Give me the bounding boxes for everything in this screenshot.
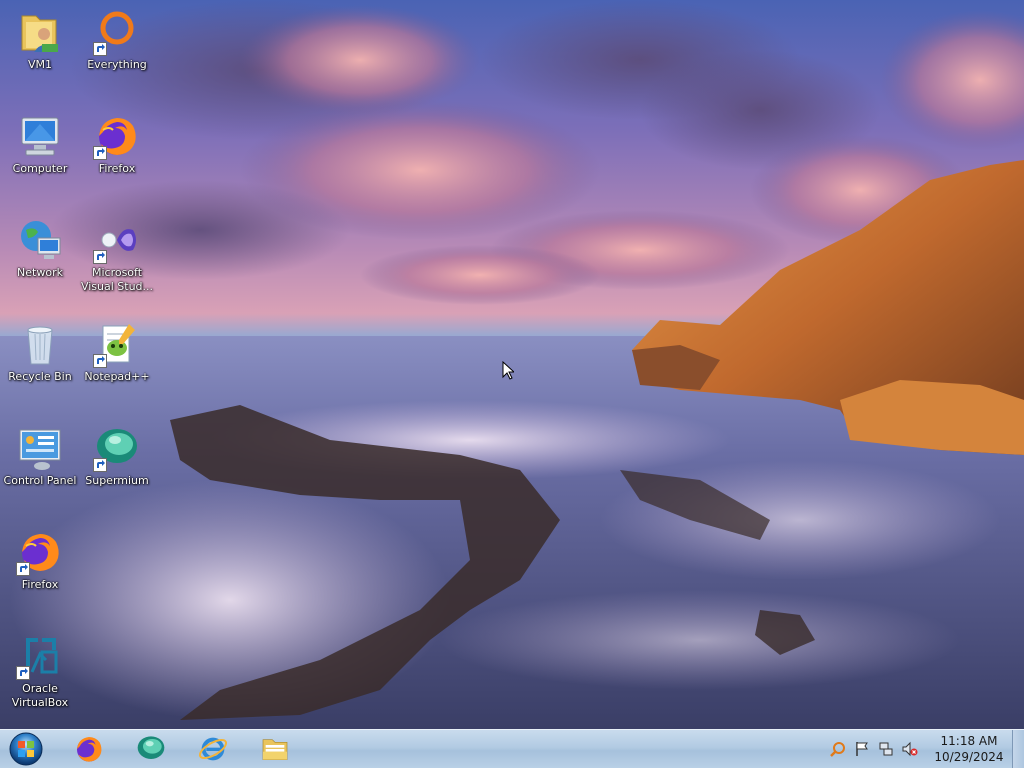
desktop-icon-label: Firefox — [98, 162, 136, 175]
taskbar-firefox-button[interactable] — [61, 731, 117, 767]
volume-muted-icon[interactable] — [900, 739, 920, 759]
desktop-icon-notepad-plus-plus[interactable]: Notepad++ — [79, 316, 155, 412]
desktop-icon-label: VM1 — [27, 58, 52, 71]
desktop-icon-label: Notepad++ — [84, 370, 150, 383]
mouse-cursor-icon — [502, 361, 514, 380]
clock-date: 10/29/2024 — [934, 750, 1004, 764]
desktop-icon-vm1[interactable]: VM1 — [2, 4, 78, 100]
desktop-icon-label: Everything — [87, 58, 147, 71]
system-tray: 11:18 AM 10/29/2024 — [828, 730, 1006, 768]
shortcut-arrow-icon — [93, 42, 107, 56]
computer-icon — [16, 112, 64, 160]
desktop-icon-supermium[interactable]: Supermium — [79, 420, 155, 516]
desktop-icon-control-panel[interactable]: Control Panel — [2, 420, 78, 516]
internet-explorer-icon — [198, 737, 228, 761]
desktop-icon-everything[interactable]: Everything — [79, 4, 155, 100]
desktop-icon-label: Control Panel — [3, 474, 77, 487]
shortcut-arrow-icon — [93, 354, 107, 368]
action-center-flag-icon[interactable] — [852, 739, 872, 759]
start-button[interactable] — [6, 731, 46, 767]
taskbar: 11:18 AM 10/29/2024 — [0, 729, 1024, 768]
taskbar-clock[interactable]: 11:18 AM 10/29/2024 — [932, 733, 1006, 765]
visual-studio-icon — [93, 216, 141, 264]
control-panel-icon — [16, 424, 64, 472]
folder-icon — [262, 739, 288, 760]
shortcut-arrow-icon — [93, 458, 107, 472]
desktop[interactable]: VM1 Computer Network Recycle Bin Control… — [0, 0, 1024, 729]
firefox-icon — [77, 737, 102, 762]
desktop-icon-recycle-bin[interactable]: Recycle Bin — [2, 316, 78, 412]
taskbar-explorer-button[interactable] — [247, 731, 303, 767]
shortcut-arrow-icon — [16, 562, 30, 576]
firefox-icon — [93, 112, 141, 160]
desktop-icon-label: Network — [17, 266, 63, 279]
network-globe-icon — [16, 216, 64, 264]
desktop-icon-label: Supermium — [85, 474, 149, 487]
search-magnifier-icon[interactable] — [828, 739, 848, 759]
desktop-icon-firefox[interactable]: Firefox — [79, 108, 155, 204]
desktop-icon-firefox-2[interactable]: Firefox — [2, 524, 78, 620]
desktop-icon-network[interactable]: Network — [2, 212, 78, 308]
desktop-icon-label: Microsoft Visual Stud... — [80, 266, 154, 293]
virtualbox-icon — [16, 632, 64, 680]
desktop-icon-label: Firefox — [21, 578, 59, 591]
start-orb-icon — [9, 732, 43, 766]
desktop-icon-oracle-virtualbox[interactable]: Oracle VirtualBox — [2, 628, 78, 724]
network-icon[interactable] — [876, 739, 896, 759]
everything-search-icon — [93, 8, 141, 56]
shortcut-arrow-icon — [16, 666, 30, 680]
desktop-icon-visual-studio[interactable]: Microsoft Visual Stud... — [79, 212, 155, 308]
desktop-icon-label: Computer — [12, 162, 68, 175]
supermium-icon — [137, 736, 165, 759]
firefox-icon — [16, 528, 64, 576]
desktop-icon-computer[interactable]: Computer — [2, 108, 78, 204]
taskbar-internet-explorer-button[interactable] — [185, 731, 241, 767]
desktop-icon-label: Recycle Bin — [8, 370, 72, 383]
notepad-plus-plus-icon — [93, 320, 141, 368]
desktop-icon-label: Oracle VirtualBox — [11, 682, 69, 709]
clock-time: 11:18 AM — [940, 734, 998, 748]
supermium-icon — [93, 424, 141, 472]
recycle-bin-icon — [16, 320, 64, 368]
shortcut-arrow-icon — [93, 250, 107, 264]
taskbar-supermium-button[interactable] — [123, 731, 179, 767]
folder-user-icon — [16, 8, 64, 56]
show-desktop-button[interactable] — [1012, 730, 1024, 768]
shortcut-arrow-icon — [93, 146, 107, 160]
